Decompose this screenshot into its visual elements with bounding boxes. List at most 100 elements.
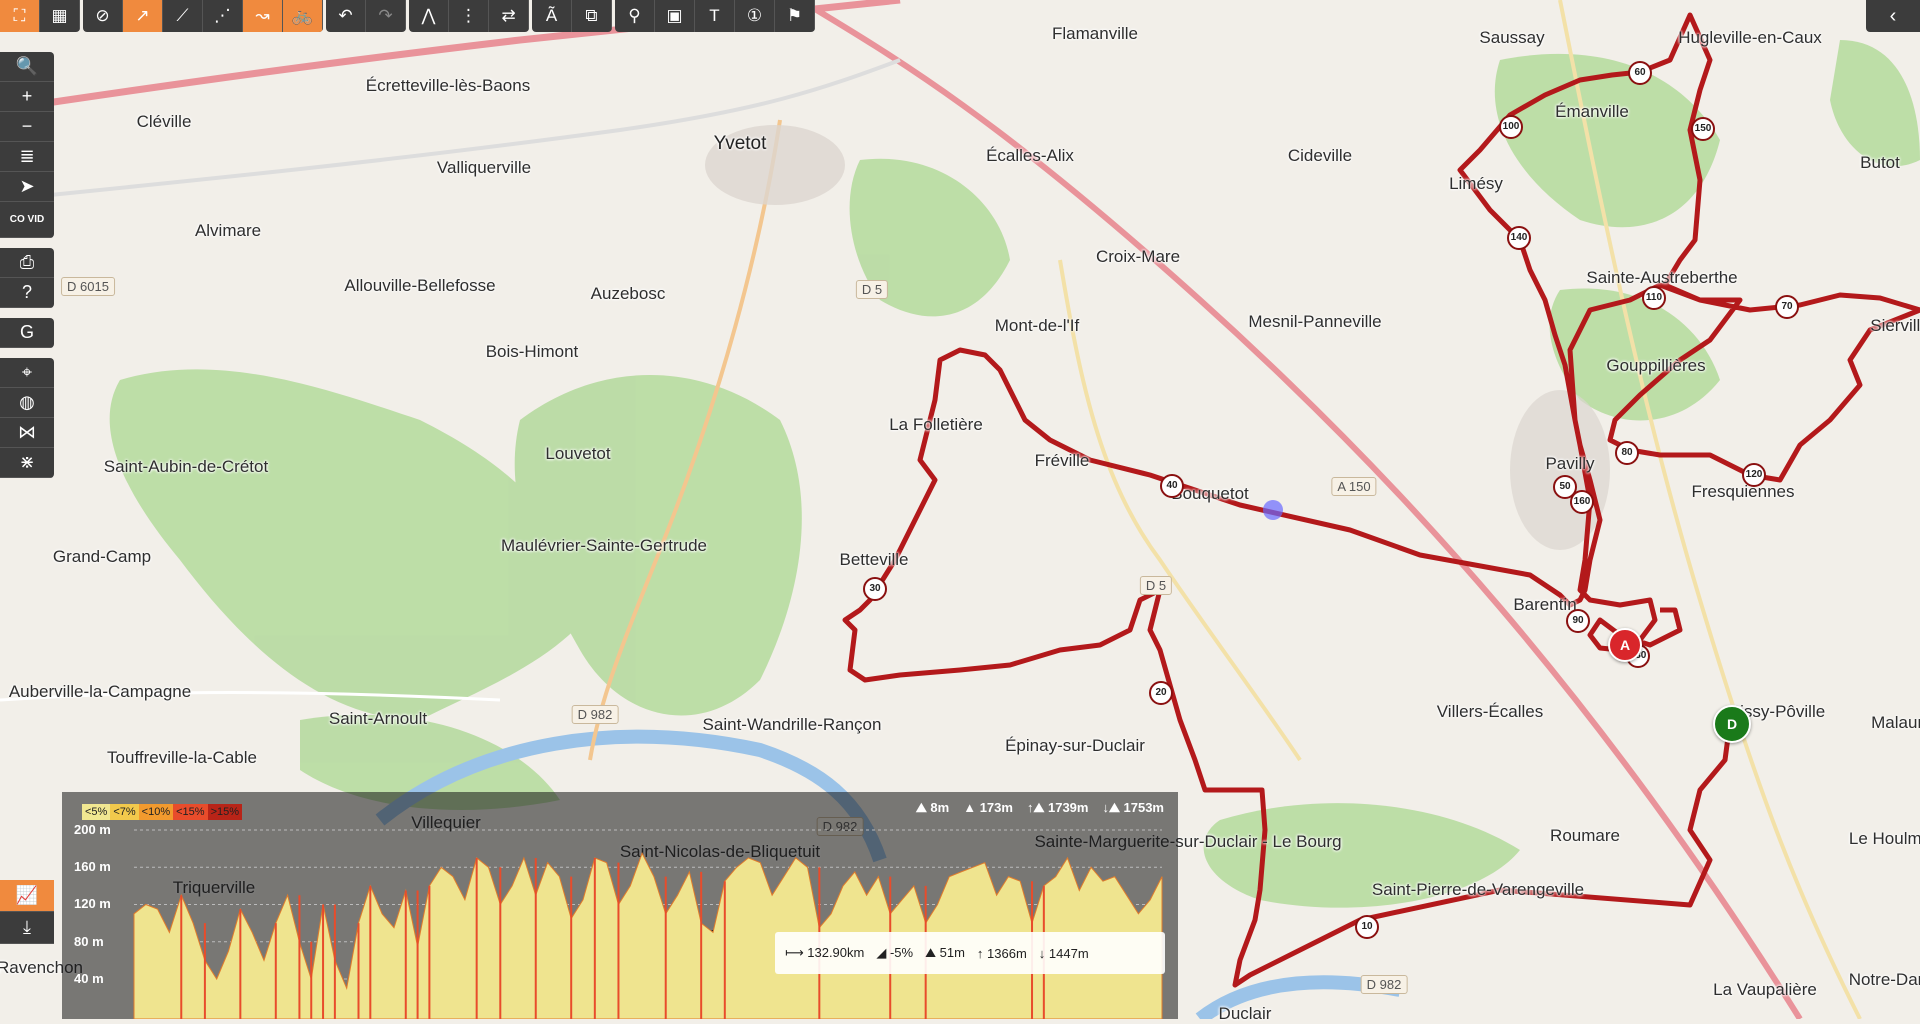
add-point-button[interactable]: ⋰: [203, 0, 243, 32]
marker-icon: ⚲: [628, 6, 641, 25]
help-button[interactable]: ?: [0, 278, 54, 308]
place-label: Épinay-sur-Duclair: [1005, 736, 1145, 755]
place-label: Allouville-Bellefosse: [344, 276, 496, 295]
search-button[interactable]: 🔍: [0, 52, 54, 82]
elevation-profile-panel[interactable]: <5% <7% <10% <15% >15% ⛰ 8m ▲ 173m ↑⛰ 1739m …: [62, 792, 1178, 1019]
km-marker: 150: [1691, 117, 1715, 141]
zoom-out-icon: −: [21, 116, 33, 136]
draw-line-button[interactable]: ⟋: [163, 0, 203, 32]
km-marker: 140: [1507, 226, 1531, 250]
print-icon: ⎙: [19, 252, 35, 272]
duplicate-icon: ⧉: [585, 6, 598, 25]
fullscreen-button[interactable]: ⛶: [0, 0, 40, 32]
place-label: Yvetot: [713, 133, 767, 154]
route-a-icon: ⋈: [18, 422, 36, 442]
redo-button[interactable]: ↷: [366, 0, 406, 32]
text-button[interactable]: T: [695, 0, 735, 32]
place-label: Cideville: [1287, 146, 1353, 165]
bike-button[interactable]: 🚲: [283, 0, 323, 32]
join-route-button[interactable]: ⋮: [449, 0, 489, 32]
place-label: Duclair: [1218, 1004, 1272, 1023]
km-marker: 120: [1742, 463, 1766, 487]
place-label: Betteville: [839, 550, 909, 569]
print-button[interactable]: ⎙: [0, 248, 54, 278]
target-icon: ⌖: [21, 362, 33, 382]
hide-eye-button[interactable]: ⊘: [83, 0, 123, 32]
locate-button[interactable]: ➤: [0, 172, 54, 202]
number-button[interactable]: ①: [735, 0, 775, 32]
place-label: Grand-Camp: [52, 547, 152, 566]
zoom-in-icon: +: [21, 86, 33, 106]
km-marker: 10: [1355, 915, 1379, 939]
place-label: Saint-Pierre-de-Varengeville: [1371, 880, 1585, 899]
collapse-panel-button[interactable]: ‹: [1866, 0, 1920, 32]
place-label: Flamanville: [1052, 24, 1138, 43]
place-label: Alvimare: [194, 221, 262, 240]
target-button[interactable]: ⌖: [0, 358, 54, 388]
place-label: Butot: [1860, 153, 1900, 172]
place-label: Louvetot: [545, 444, 611, 463]
place-label: La Folletière: [889, 415, 983, 434]
translate-button[interactable]: Ã: [532, 0, 572, 32]
place-label: Auzebosc: [590, 284, 666, 303]
chevron-left-icon: ‹: [1889, 4, 1897, 27]
google-button[interactable]: G: [0, 318, 54, 348]
elevation-chart-button[interactable]: 📈: [0, 880, 54, 912]
left-sidebar: 🔍 + − ≣ ➤ CO VID ⎙? G ⌖ ◍ ⋈ ⋇: [0, 52, 54, 488]
covid-icon: CO VID: [9, 213, 45, 225]
undo-icon: ↶: [338, 6, 353, 25]
road-number-label: D 982: [1360, 975, 1408, 994]
sidebar-group: ⎙?: [0, 248, 54, 308]
marker-button[interactable]: ⚲: [615, 0, 655, 32]
draw-line-icon: ⟋: [176, 6, 189, 25]
toolbar-group: ↶ ↷: [326, 0, 406, 32]
km-marker: 100: [1499, 115, 1523, 139]
split-route-button[interactable]: ⋀: [409, 0, 449, 32]
redo-icon: ↷: [378, 6, 393, 25]
locate-icon: ➤: [19, 176, 35, 196]
route-a-button[interactable]: ⋈: [0, 418, 54, 448]
translate-icon: Ã: [545, 6, 558, 25]
route-b-icon: ⋇: [19, 452, 35, 472]
layers-button[interactable]: ≣: [0, 142, 54, 172]
climb-stat: ↑ 1366m: [976, 945, 1027, 961]
place-label: Croix-Mare: [1095, 247, 1181, 266]
undo-button[interactable]: ↶: [326, 0, 366, 32]
zoom-in-button[interactable]: +: [0, 82, 54, 112]
map-view-button[interactable]: ▦: [40, 0, 80, 32]
draw-route-button[interactable]: ↗: [123, 0, 163, 32]
zoom-out-button[interactable]: −: [0, 112, 54, 142]
pin-icon: ⚑: [786, 6, 803, 25]
place-label: Écalles-Alix: [986, 146, 1074, 165]
place-label: Malaunay: [1871, 713, 1920, 732]
follow-road-icon: ↝: [255, 6, 270, 25]
covid-button[interactable]: CO VID: [0, 202, 54, 238]
download-button[interactable]: ⤓: [0, 912, 54, 944]
km-marker: 90: [1566, 609, 1590, 633]
hide-eye-icon: ⊘: [95, 6, 110, 25]
route-b-button[interactable]: ⋇: [0, 448, 54, 478]
place-label: Bois-Himont: [485, 342, 579, 361]
add-point-icon: ⋰: [214, 6, 231, 25]
place-label: Roumare: [1550, 826, 1620, 845]
reverse-route-button[interactable]: ⇄: [489, 0, 529, 32]
sidebar-group: 🔍 + − ≣ ➤ CO VID: [0, 52, 54, 238]
elevation-chart[interactable]: [62, 792, 1178, 1019]
km-marker: 110: [1642, 286, 1666, 310]
road-number-label: D 982: [571, 705, 619, 724]
place-label: Gouppillières: [1606, 356, 1706, 375]
duplicate-button[interactable]: ⧉: [572, 0, 612, 32]
place-label: Touffreville-la-Cable: [107, 748, 257, 767]
place-label: Auberville-la-Campagne: [8, 682, 192, 701]
average-stat: ⛰ 51m: [925, 945, 965, 960]
image-button[interactable]: ▣: [655, 0, 695, 32]
km-marker: 30: [863, 577, 887, 601]
follow-road-button[interactable]: ↝: [243, 0, 283, 32]
globe-icon: ◍: [19, 392, 35, 412]
sidebar-group: ⌖ ◍ ⋈ ⋇: [0, 358, 54, 478]
globe-button[interactable]: ◍: [0, 388, 54, 418]
route-end-marker[interactable]: A: [1608, 628, 1642, 662]
pin-button[interactable]: ⚑: [775, 0, 815, 32]
route-start-marker[interactable]: D: [1713, 705, 1751, 743]
place-label: Le Houlme: [1848, 829, 1920, 848]
